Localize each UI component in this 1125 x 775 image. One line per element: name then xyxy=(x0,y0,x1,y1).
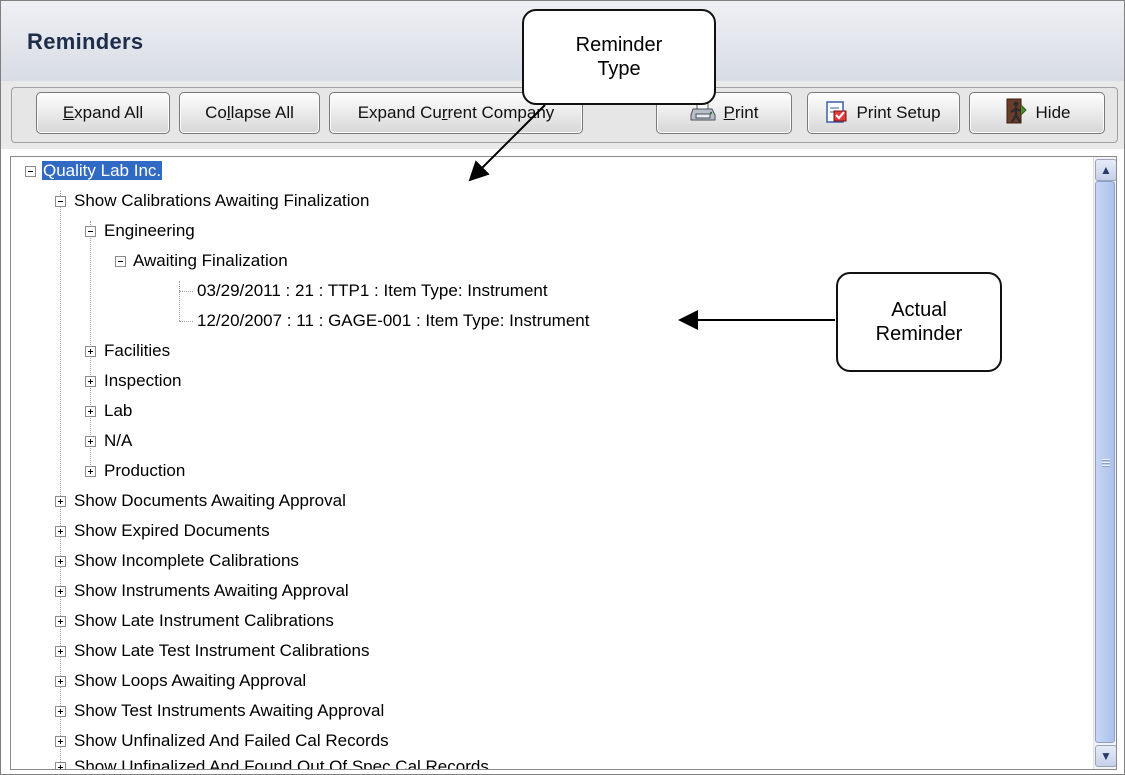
annotation-arrows xyxy=(468,104,835,330)
callout-text: Reminder xyxy=(575,34,663,56)
callout-text: Actual xyxy=(891,299,947,321)
callout-text: Type xyxy=(597,58,641,80)
actual-reminder-callout: Actual Reminder xyxy=(836,272,1002,372)
reminders-window: Reminders Expand All Collapse All Expand… xyxy=(0,0,1125,775)
reminder-type-callout: Reminder Type xyxy=(522,9,716,105)
reminder-type-arrow xyxy=(468,104,546,182)
callout-text: Reminder xyxy=(875,323,963,345)
